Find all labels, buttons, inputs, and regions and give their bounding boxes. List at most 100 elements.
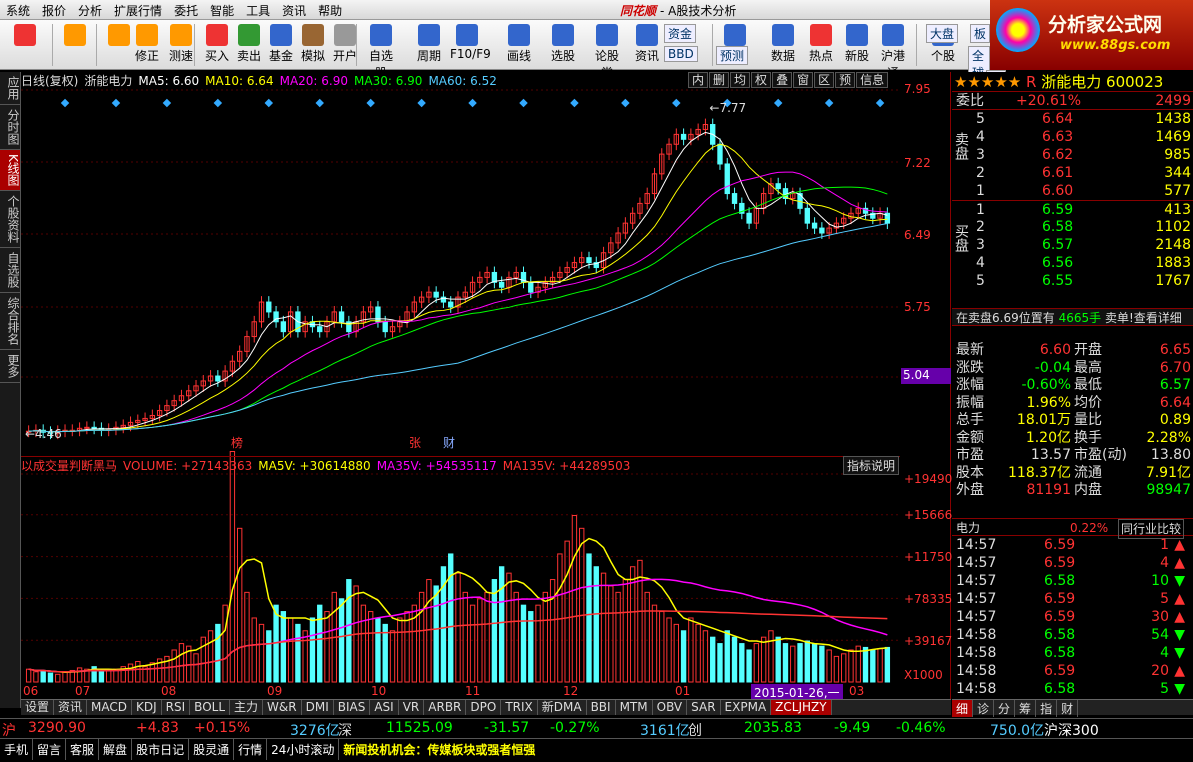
toolbar-button-15[interactable]: 论股堂 <box>590 22 624 80</box>
indicator-tab-bias[interactable]: BIAS <box>334 700 371 715</box>
indicator-tab-资讯[interactable]: 资讯 <box>54 700 88 715</box>
menu-analysis[interactable]: 分析 <box>72 0 108 21</box>
toolbar-button-1[interactable] <box>58 22 92 68</box>
chart-tool-1[interactable]: 删 <box>709 72 730 88</box>
toolbar-mid-dapan[interactable]: 大盘 <box>926 24 959 43</box>
menu-help[interactable]: 帮助 <box>312 0 348 21</box>
indicator-tab-bbi[interactable]: BBI <box>587 700 616 715</box>
indicator-tab-boll[interactable]: BOLL <box>190 700 231 715</box>
menu-quote[interactable]: 报价 <box>36 0 72 21</box>
toolbar-button-8[interactable]: 模拟 <box>296 22 330 68</box>
indicator-tab-kdj[interactable]: KDJ <box>132 700 162 715</box>
indicator-tab-asi[interactable]: ASI <box>370 700 399 715</box>
indicator-tab-mtm[interactable]: MTM <box>616 700 653 715</box>
indicator-tab-rsi[interactable]: RSI <box>162 700 191 715</box>
volume-bar <box>528 611 534 683</box>
toolbar-button-19[interactable]: 热点 <box>804 22 838 68</box>
side-tab-5[interactable]: 综合排名 <box>0 293 20 350</box>
indicator-tab-trix[interactable]: TRIX <box>501 700 538 715</box>
quote-tab-0[interactable]: 细 <box>952 700 974 717</box>
chart-tool-7[interactable]: 预 <box>835 72 856 88</box>
toolbar: 修正测速买入卖出基金模拟开户自选股周期F10/F9画线选股论股堂资讯研报数据热点… <box>0 20 1007 106</box>
quote-tab-1[interactable]: 诊 <box>973 700 995 717</box>
indicator-tab-zcljhzy[interactable]: ZCLJHZY <box>771 700 832 715</box>
indicator-tab-vr[interactable]: VR <box>399 700 425 715</box>
event-marker[interactable]: 张 <box>409 436 421 450</box>
menu-smart[interactable]: 智能 <box>204 0 240 21</box>
indicator-tab-w&r[interactable]: W&R <box>263 700 302 715</box>
indicator-tab-sar[interactable]: SAR <box>687 700 721 715</box>
toolbar-button-12[interactable]: F10/F9 <box>450 22 491 68</box>
bottom-link-2[interactable]: 客服 <box>66 739 100 760</box>
side-tab-0[interactable]: 应用 <box>0 72 20 105</box>
indicator-tab-dmi[interactable]: DMI <box>302 700 334 715</box>
indicator-tab-obv[interactable]: OBV <box>653 700 688 715</box>
bottom-link-3[interactable]: 解盘 <box>99 739 133 760</box>
candle-body <box>811 222 818 229</box>
toolbar-button-3[interactable]: 修正 <box>130 22 164 68</box>
toolbar-button-4[interactable]: 测速 <box>164 22 198 68</box>
chart-tool-3[interactable]: 权 <box>751 72 772 88</box>
indicator-tab-新dma[interactable]: 新DMA <box>538 700 587 715</box>
toolbar-mid-zijin[interactable]: 资金 <box>664 24 697 43</box>
quote-tab-2[interactable]: 分 <box>994 700 1016 717</box>
quote-tab-3[interactable]: 筹 <box>1015 700 1037 717</box>
toolbar-button-21[interactable]: 沪港通 <box>876 22 910 80</box>
toolbar-button-18[interactable]: 数据 <box>766 22 800 68</box>
toolbar-button-11[interactable]: 周期 <box>412 22 446 68</box>
toolbar-button-13[interactable]: 画线 <box>502 22 536 68</box>
side-tab-6[interactable]: 更多 <box>0 350 20 383</box>
chart-tool-2[interactable]: 均 <box>730 72 751 88</box>
quote-tab-5[interactable]: 财 <box>1057 700 1079 717</box>
bottom-link-5[interactable]: 股灵通 <box>189 739 235 760</box>
bottom-link-6[interactable]: 行情 <box>234 739 268 760</box>
indicator-tab-macd[interactable]: MACD <box>87 700 133 715</box>
bottom-link-7[interactable]: 24小时滚动 <box>267 739 340 760</box>
side-tab-1[interactable]: 分时图 <box>0 105 20 150</box>
side-tab-3[interactable]: 个股资料 <box>0 191 20 248</box>
big-order-notice[interactable]: 在卖盘6.69位置有 4665手 卖单!查看详细 <box>952 308 1193 326</box>
chart-tool-8[interactable]: 信息 <box>856 72 889 88</box>
menu-trade[interactable]: 委托 <box>168 0 204 21</box>
index-status-bar: 沪 3290.90 +4.83 +0.15% 3276亿 深 11525.09 … <box>0 718 1193 739</box>
side-tab-2[interactable]: K线图 <box>0 150 20 191</box>
news-ticker[interactable]: 新闻投机机会：传媒板块或强者恒强 <box>339 739 539 760</box>
toolbar-button-20[interactable]: 新股 <box>840 22 874 68</box>
toolbar-separator <box>194 24 195 66</box>
bottom-link-4[interactable]: 股市日记 <box>132 739 190 760</box>
toolbar-mid-bbd[interactable]: BBD <box>664 46 698 62</box>
indicator-help-button[interactable]: 指标说明 <box>843 456 900 475</box>
menu-system[interactable]: 系统 <box>0 0 36 21</box>
menu-news[interactable]: 资讯 <box>276 0 312 21</box>
chart-tool-6[interactable]: 区 <box>814 72 835 88</box>
toolbar-button-6[interactable]: 卖出 <box>232 22 266 68</box>
toolbar-button-0[interactable] <box>8 22 42 68</box>
side-tab-4[interactable]: 自选股 <box>0 248 20 293</box>
buy-icon <box>206 24 228 46</box>
indicator-tab-主力[interactable]: 主力 <box>230 700 264 715</box>
kline-svg[interactable]: ←7.77 ←4.46 榜 张 财 <box>21 72 901 708</box>
volume-bar <box>506 572 512 683</box>
indicator-tab-dpo[interactable]: DPO <box>466 700 502 715</box>
bottom-link-1[interactable]: 留言 <box>33 739 67 760</box>
kline-chart-area[interactable]: ←7.77 ←4.46 榜 张 财 日线(复权) 浙能电力 MA5: 6.60 MA10: 6… <box>21 72 960 715</box>
indicator-tab-arbr[interactable]: ARBR <box>424 700 467 715</box>
toolbar-button-16[interactable]: 资讯 <box>630 22 664 68</box>
chart-tool-0[interactable]: 内 <box>688 72 709 88</box>
event-marker[interactable]: 财 <box>443 436 455 450</box>
event-marker[interactable]: 榜 <box>231 435 243 450</box>
menu-ext[interactable]: 扩展行情 <box>108 0 168 21</box>
chart-tool-4[interactable]: 叠 <box>772 72 793 88</box>
menu-tools[interactable]: 工具 <box>240 0 276 21</box>
bottom-link-0[interactable]: 手机 <box>0 739 34 760</box>
toolbar-button-7[interactable]: 基金 <box>264 22 298 68</box>
toolbar-mid-ban[interactable]: 板 <box>970 24 991 43</box>
toolbar-button-14[interactable]: 选股 <box>546 22 580 68</box>
quote-tab-4[interactable]: 指 <box>1036 700 1058 717</box>
indicator-tab-设置[interactable]: 设置 <box>21 700 55 715</box>
indicator-tab-expma[interactable]: EXPMA <box>721 700 772 715</box>
toolbar-button-10[interactable]: 自选股 <box>364 22 398 80</box>
toolbar-button-5[interactable]: 买入 <box>200 22 234 68</box>
toolbar-mid-yuce[interactable]: 预测 <box>716 46 749 65</box>
chart-tool-5[interactable]: 窗 <box>793 72 814 88</box>
